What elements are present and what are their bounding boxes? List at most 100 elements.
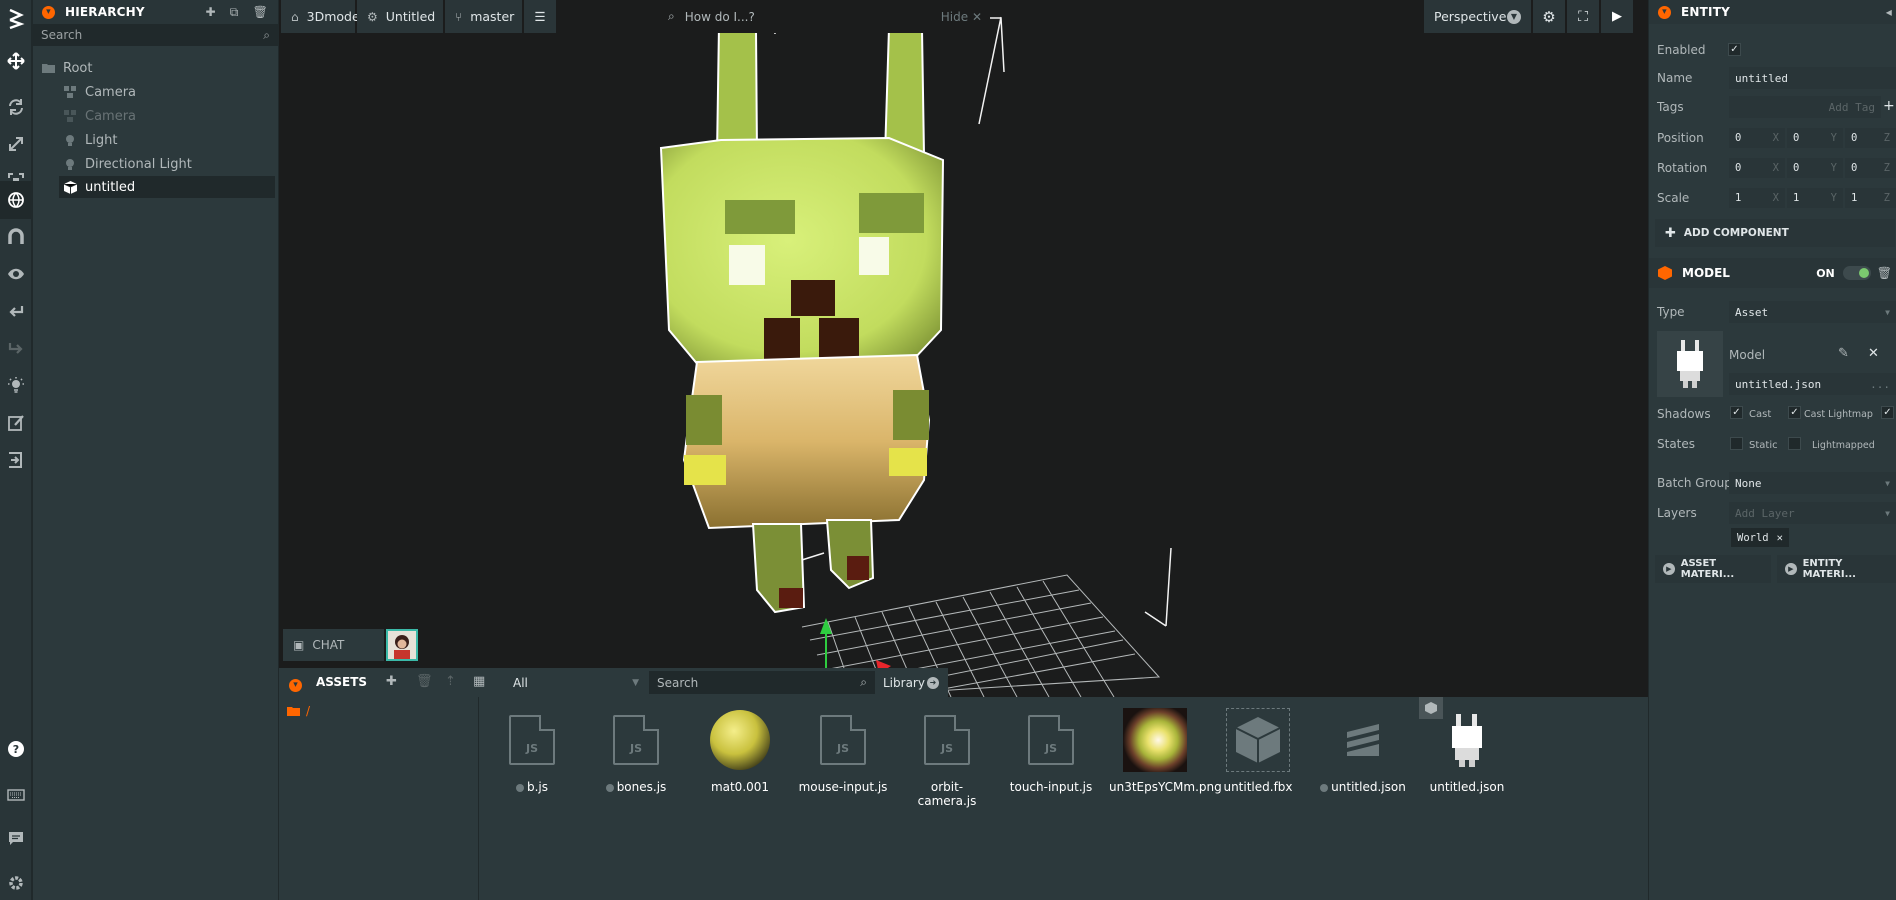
camera-select[interactable]: Perspective ▼ — [1424, 0, 1531, 33]
branch-button[interactable]: ⑂ master — [445, 0, 522, 33]
settings-icon[interactable] — [0, 864, 32, 900]
position-y-field[interactable]: 0Y — [1787, 128, 1843, 148]
asset-filter-select[interactable]: All ▼ — [505, 671, 647, 694]
receive-shadows-checkbox[interactable]: ✓ — [1881, 406, 1894, 419]
asset-item[interactable]: JS touch-input.js — [1006, 708, 1096, 794]
tags-input[interactable]: Add Tag — [1729, 96, 1881, 118]
redo-icon[interactable] — [0, 329, 32, 367]
asset-folder-root[interactable]: / — [287, 704, 310, 718]
keyboard-icon[interactable] — [0, 776, 32, 814]
viewport[interactable]: ⌂ 3Dmodel ⚙ Untitled ⑂ master ☰ ⌕ How do… — [279, 0, 1648, 697]
asset-materials-label: ASSET MATERI... — [1680, 558, 1735, 580]
scale-z-field[interactable]: 1Z — [1845, 188, 1896, 208]
asset-search-input[interactable]: Search ⌕ — [649, 671, 875, 694]
scene-list-button[interactable]: ☰ — [524, 0, 556, 33]
delete-icon[interactable]: 🗑︎ — [1877, 266, 1896, 280]
magnet-icon[interactable] — [0, 218, 32, 256]
add-layer-input[interactable]: Add Layer ▼ — [1729, 502, 1896, 524]
delete-icon[interactable]: 🗑︎ — [253, 5, 268, 20]
add-asset-icon[interactable]: ✚ — [386, 674, 397, 689]
publish-icon[interactable] — [0, 441, 32, 479]
translate-icon[interactable] — [0, 42, 32, 80]
help-icon[interactable]: ? — [0, 730, 32, 768]
name-field[interactable]: untitled — [1729, 67, 1896, 89]
tree-item-root[interactable]: Root — [41, 57, 92, 79]
model-asset-field[interactable]: untitled.json ... — [1729, 373, 1896, 395]
collapse-arrow-icon[interactable]: ◂ — [1886, 5, 1896, 19]
grid-view-icon[interactable]: ▦ — [473, 674, 485, 689]
position-z-field[interactable]: 0Z — [1845, 128, 1896, 148]
hierarchy-search[interactable]: Search ⌕ — [33, 24, 278, 46]
asset-item[interactable]: untitled.fbx — [1213, 708, 1303, 794]
character-model[interactable] — [659, 18, 945, 614]
enabled-checkbox[interactable]: ✓ — [1728, 43, 1741, 56]
chat-button[interactable]: ▣ CHAT — [283, 629, 384, 661]
asset-item[interactable]: untitled.json — [1318, 708, 1408, 794]
hierarchy-search-input[interactable]: Search — [41, 28, 82, 42]
batch-group-select[interactable]: None ▼ — [1729, 472, 1896, 494]
scale-y-field[interactable]: 1Y — [1787, 188, 1843, 208]
tree-item-camera[interactable]: Camera — [63, 81, 136, 103]
scale-icon[interactable] — [0, 125, 32, 163]
world-icon[interactable] — [0, 181, 32, 219]
launch-button[interactable]: ▶ — [1601, 0, 1633, 33]
lightmapped-checkbox[interactable] — [1788, 437, 1801, 450]
help-search-input[interactable]: How do I...? — [685, 10, 755, 24]
upload-icon[interactable]: ⇡ — [445, 674, 456, 689]
tree-item-untitled-selected[interactable]: untitled — [59, 176, 275, 198]
edit-icon[interactable] — [0, 404, 32, 442]
remove-layer-icon[interactable]: ✕ — [1777, 532, 1783, 544]
scene-button[interactable]: ⚙ Untitled — [357, 0, 443, 33]
asset-item[interactable]: JS b.js — [487, 708, 577, 794]
cast-lightmap-checkbox[interactable]: ✓ — [1788, 406, 1801, 419]
logo-icon[interactable] — [0, 0, 32, 38]
add-component-button[interactable]: ✚ ADD COMPONENT — [1655, 219, 1895, 247]
avatar[interactable] — [386, 629, 418, 661]
scale-x-field[interactable]: 1X — [1729, 188, 1785, 208]
tree-item-light[interactable]: Light — [63, 129, 117, 151]
duplicate-icon[interactable]: ⧉ — [230, 5, 239, 20]
light-icon[interactable] — [0, 366, 32, 404]
asset-item[interactable]: un3tEpsYCMm.png — [1109, 708, 1222, 794]
viewport-settings-button[interactable]: ⚙ — [1533, 0, 1565, 33]
static-checkbox[interactable] — [1730, 437, 1743, 450]
collapse-icon[interactable]: ▾ — [1658, 5, 1671, 19]
entity-icon — [63, 110, 77, 122]
comment-icon[interactable] — [0, 820, 32, 858]
add-tag-icon[interactable]: + — [1883, 98, 1895, 114]
eye-icon[interactable] — [0, 255, 32, 293]
model-thumbnail[interactable] — [1657, 331, 1723, 397]
add-entity-icon[interactable]: ✚ — [206, 5, 216, 20]
scene-label: Untitled — [385, 9, 436, 24]
edit-icon[interactable]: ✎ — [1838, 346, 1849, 361]
asset-item[interactable]: JS mouse-input.js — [798, 708, 888, 794]
library-button[interactable]: Library ➜ — [877, 671, 945, 694]
asset-item[interactable]: untitled.json — [1422, 708, 1512, 794]
rotation-x-field[interactable]: 0X — [1729, 158, 1785, 178]
tree-item-directional-light[interactable]: Directional Light — [63, 153, 192, 175]
entity-materials-button[interactable]: ▶ ENTITY MATERI... — [1777, 555, 1896, 583]
help-search-bar[interactable]: ⌕ How do I...? Hide ✕ — [660, 0, 990, 33]
tree-item-camera-disabled[interactable]: Camera — [63, 105, 136, 127]
rotation-y-field[interactable]: 0Y — [1787, 158, 1843, 178]
asset-materials-button[interactable]: ▶ ASSET MATERI... — [1655, 555, 1771, 583]
asset-item[interactable]: JS orbit-camera.js — [902, 708, 992, 808]
type-select[interactable]: Asset ▼ — [1729, 301, 1896, 323]
project-button[interactable]: ⌂ 3Dmodel — [281, 0, 363, 33]
model-enabled-toggle[interactable] — [1842, 266, 1871, 280]
cast-shadows-checkbox[interactable]: ✓ — [1730, 406, 1743, 419]
asset-item[interactable]: JS bones.js — [591, 708, 681, 794]
undo-icon[interactable] — [0, 292, 32, 330]
rotation-z-field[interactable]: 0Z — [1845, 158, 1896, 178]
hide-help-button[interactable]: Hide ✕ — [941, 10, 982, 24]
delete-asset-icon[interactable]: 🗑︎ — [416, 674, 433, 689]
collapse-icon[interactable]: ▾ — [289, 678, 302, 692]
close-icon[interactable]: ✕ — [1868, 346, 1879, 361]
rotate-icon[interactable] — [0, 88, 32, 126]
asset-folder-tree: / — [279, 697, 479, 900]
collapse-icon[interactable]: ▾ — [42, 5, 55, 19]
asset-item[interactable]: mat0.001 — [695, 708, 785, 794]
scene-render[interactable] — [279, 0, 1648, 697]
position-x-field[interactable]: 0X — [1729, 128, 1785, 148]
fullscreen-button[interactable]: ⛶ — [1567, 0, 1599, 33]
